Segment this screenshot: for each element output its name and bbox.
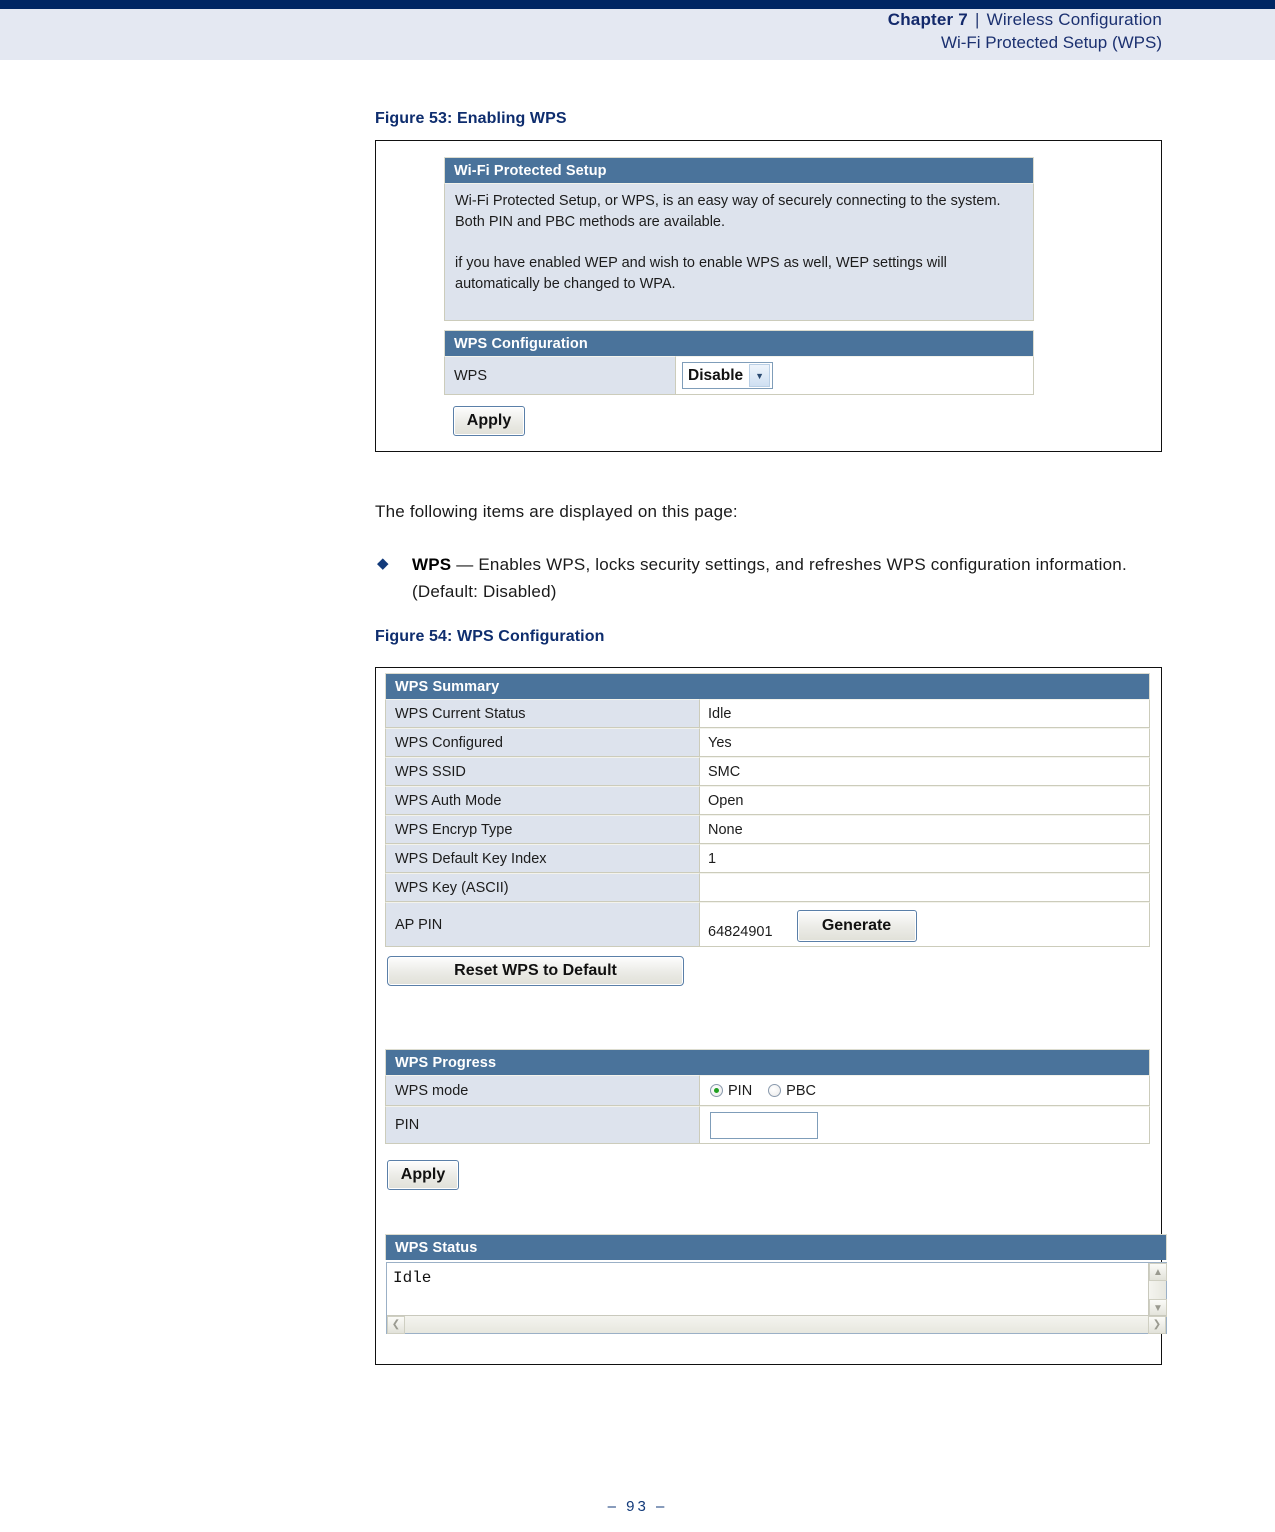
table-row: WPS Current Status Idle <box>385 699 1150 728</box>
wps-auth-mode-value: Open <box>700 786 1150 815</box>
wps-configuration-row-value: Disable ▼ <box>676 356 1034 395</box>
table-row: WPS Encryp Type None <box>385 815 1150 844</box>
pin-input[interactable] <box>710 1111 818 1139</box>
wps-encryp-type-value: None <box>700 815 1150 844</box>
apply-progress-button[interactable]: Apply <box>387 1160 459 1190</box>
wifi-protected-setup-panel: Wi-Fi Protected Setup Wi-Fi Protected Se… <box>444 157 1034 321</box>
apply-button[interactable]: Apply <box>453 406 525 436</box>
wps-mode-radio-pbc-label: PBC <box>786 1082 816 1099</box>
wps-status-panel: WPS Status <box>385 1234 1167 1260</box>
wps-bullet-item: WPS — Enables WPS, locks security settin… <box>412 551 1132 605</box>
wps-status-horizontal-scrollbar[interactable]: ❮ ❯ <box>387 1315 1166 1334</box>
wps-configuration-panel: WPS Configuration WPS Disable ▼ <box>444 330 1034 395</box>
bullet-diamond-icon: ◆ <box>377 555 389 572</box>
wifi-protected-setup-panel-title: Wi-Fi Protected Setup <box>444 157 1034 183</box>
wifi-protected-setup-panel-body: Wi-Fi Protected Setup, or WPS, is an eas… <box>444 183 1034 321</box>
wps-progress-panel: WPS Progress WPS mode PIN PBC PIN <box>385 1049 1150 1144</box>
wps-encryp-type-label: WPS Encryp Type <box>385 815 700 844</box>
wps-status-panel-title: WPS Status <box>385 1234 1167 1260</box>
wps-mode-radio-pin-label: PIN <box>728 1082 753 1099</box>
wps-intro-paragraph-1: Wi-Fi Protected Setup, or WPS, is an eas… <box>455 193 1001 230</box>
wps-summary-panel-title: WPS Summary <box>385 673 1150 699</box>
table-row: WPS Configured Yes <box>385 728 1150 757</box>
table-row: WPS Default Key Index 1 <box>385 844 1150 873</box>
page-top-rule <box>0 0 1275 9</box>
wps-status-text: Idle <box>393 1269 432 1287</box>
scroll-up-icon[interactable]: ▲ <box>1149 1263 1167 1281</box>
page-number: – 93 – <box>607 1498 668 1515</box>
wps-configuration-row: WPS Disable ▼ <box>444 356 1034 395</box>
wps-auth-mode-label: WPS Auth Mode <box>385 786 700 815</box>
wps-intro-paragraph-2: if you have enabled WEP and wish to enab… <box>455 255 947 292</box>
table-row: WPS Key (ASCII) <box>385 873 1150 902</box>
wps-key-ascii-value <box>700 873 1150 902</box>
figure-54-caption: Figure 54: WPS Configuration <box>375 628 605 645</box>
wps-default-key-index-value: 1 <box>700 844 1150 873</box>
wps-summary-panel: WPS Summary WPS Current Status Idle WPS … <box>385 673 1150 947</box>
figure-53-frame: Wi-Fi Protected Setup Wi-Fi Protected Se… <box>375 140 1162 452</box>
wps-key-ascii-label: WPS Key (ASCII) <box>385 873 700 902</box>
wps-status-textarea[interactable]: Idle ▲ ▼ ❮ ❯ <box>386 1262 1167 1334</box>
wps-mode-label: WPS mode <box>385 1075 700 1106</box>
wps-enable-select[interactable]: Disable ▼ <box>682 362 774 389</box>
wps-configured-label: WPS Configured <box>385 728 700 757</box>
wps-current-status-value: Idle <box>700 699 1150 728</box>
pin-value-cell <box>700 1106 1150 1144</box>
intro-paragraph: The following items are displayed on thi… <box>375 502 738 521</box>
chevron-right-icon[interactable]: ❯ <box>1148 1315 1166 1334</box>
ap-pin-label: AP PIN <box>385 902 700 947</box>
wps-bullet-description: Enables WPS, locks security settings, an… <box>412 555 1127 601</box>
wps-bullet-term: WPS <box>412 555 452 574</box>
chevron-down-icon[interactable]: ▼ <box>749 364 771 387</box>
wps-mode-radio-pin[interactable]: PIN <box>710 1083 752 1099</box>
header-subtitle: Wi-Fi Protected Setup (WPS) <box>940 33 1162 52</box>
wps-default-key-index-label: WPS Default Key Index <box>385 844 700 873</box>
header-chapter-label: Chapter 7 <box>887 10 968 29</box>
radio-pin-icon[interactable] <box>710 1084 723 1097</box>
wps-bullet-dash: — <box>451 555 479 574</box>
header-chapter-line: Chapter 7 | Wireless Configuration <box>888 10 1162 30</box>
pin-row: PIN <box>385 1106 1150 1144</box>
wps-mode-row: WPS mode PIN PBC <box>385 1075 1150 1106</box>
table-row: WPS SSID SMC <box>385 757 1150 786</box>
wps-mode-value: PIN PBC <box>700 1075 1150 1106</box>
ap-pin-value: 64824901 <box>708 924 773 940</box>
header-chapter-title: Wireless Configuration <box>986 10 1162 29</box>
chevron-left-icon[interactable]: ❮ <box>387 1315 405 1334</box>
table-row: WPS Auth Mode Open <box>385 786 1150 815</box>
radio-pbc-icon[interactable] <box>768 1084 782 1097</box>
wps-configuration-row-label: WPS <box>444 356 676 395</box>
wps-enable-select-value: Disable <box>688 366 744 384</box>
wps-progress-panel-title: WPS Progress <box>385 1049 1150 1075</box>
wps-configured-value: Yes <box>700 728 1150 757</box>
generate-button[interactable]: Generate <box>796 910 917 942</box>
wps-ssid-label: WPS SSID <box>385 757 700 786</box>
pin-label: PIN <box>385 1106 700 1144</box>
wps-configuration-panel-title: WPS Configuration <box>444 330 1034 356</box>
figure-53-caption: Figure 53: Enabling WPS <box>375 110 567 127</box>
header-separator: | <box>974 10 980 29</box>
figure-54-frame: WPS Summary WPS Current Status Idle WPS … <box>375 667 1167 1365</box>
reset-wps-to-default-button[interactable]: Reset WPS to Default <box>387 956 684 986</box>
wps-status-vertical-scrollbar[interactable]: ▲ ▼ <box>1148 1263 1167 1317</box>
wps-current-status-label: WPS Current Status <box>385 699 700 728</box>
wps-mode-radio-pbc[interactable]: PBC <box>768 1083 816 1099</box>
ap-pin-row: AP PIN 64824901 Generate <box>385 902 1150 947</box>
wps-ssid-value: SMC <box>700 757 1150 786</box>
